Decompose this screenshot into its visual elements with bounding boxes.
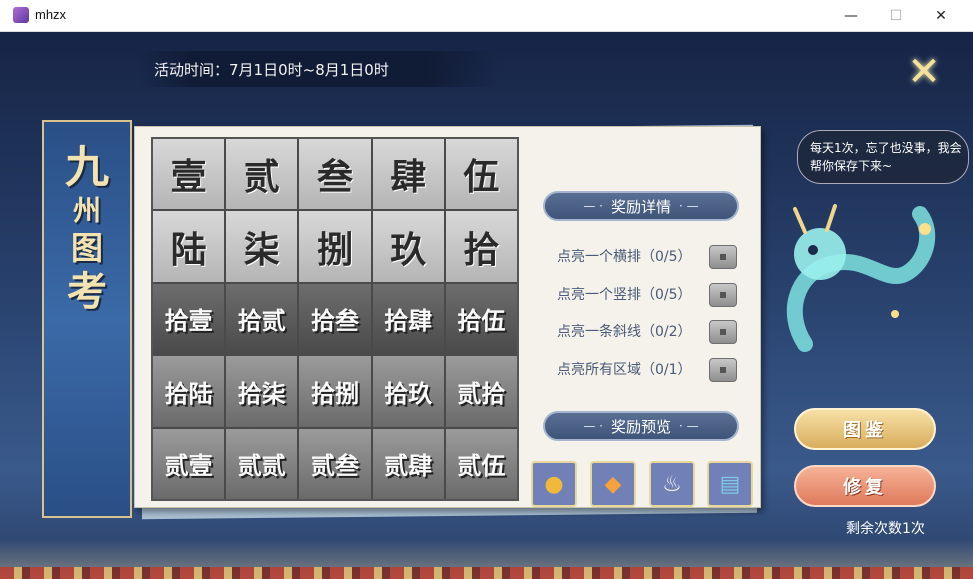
close-window-button[interactable]: ✕ xyxy=(918,0,964,31)
reward-item-gold[interactable]: ● xyxy=(531,461,577,507)
grid-cell[interactable]: 拾陆 xyxy=(153,356,225,427)
chest-icon[interactable] xyxy=(709,245,737,269)
window-title: mhzx xyxy=(35,7,67,22)
grid-cell[interactable]: 拾贰 xyxy=(226,283,298,355)
grid-cell[interactable]: 拾玖 xyxy=(372,356,444,427)
reward-preview-title: 奖励预览 xyxy=(610,417,671,436)
grid-cell[interactable]: 叁 xyxy=(299,139,371,210)
grid-cell[interactable]: 捌 xyxy=(299,211,371,282)
header-deco: · — xyxy=(679,419,699,433)
puzzle-panel: 壹 贰 叁 肆 伍 陆 柒 捌 玖 拾 拾壹 拾贰 拾叁 拾肆 拾伍 拾陆 拾柒… xyxy=(134,126,761,508)
reward-item-ticket[interactable]: ▤ xyxy=(707,461,753,507)
event-time-banner: 活动时间：7月1日0时~8月1日0时 xyxy=(140,51,500,87)
lock-icon xyxy=(720,254,726,260)
ticket-icon: ▤ xyxy=(719,471,741,497)
fish-icon: ◆ xyxy=(604,471,622,497)
reward-item-fish[interactable]: ◆ xyxy=(590,461,636,507)
reward-item-teapot[interactable]: ♨ xyxy=(649,461,695,507)
grid-cell[interactable]: 贰拾 xyxy=(445,356,517,427)
maximize-button[interactable]: ☐ xyxy=(873,0,919,31)
reward-detail-title: 奖励详情 xyxy=(610,197,671,216)
minimize-button[interactable]: — xyxy=(828,0,874,31)
grid-cell[interactable]: 贰伍 xyxy=(445,428,517,499)
grid-cell[interactable]: 贰壹 xyxy=(153,428,225,499)
chest-icon[interactable] xyxy=(709,320,737,344)
game-scene: 活动时间：7月1日0时~8月1日0时 ✕ 九 州 图 考 壹 贰 叁 肆 伍 陆… xyxy=(0,32,973,579)
lock-icon xyxy=(720,329,726,335)
puzzle-grid: 壹 贰 叁 肆 伍 陆 柒 捌 玖 拾 拾壹 拾贰 拾叁 拾肆 拾伍 拾陆 拾柒… xyxy=(151,137,519,501)
lock-icon xyxy=(720,292,726,298)
grid-cell[interactable]: 贰贰 xyxy=(226,428,298,499)
mascot-speech-bubble: 每天1次，忘了也没事，我会帮你保存下来~ xyxy=(797,130,969,184)
teapot-icon: ♨ xyxy=(662,471,682,497)
lock-icon xyxy=(720,367,726,373)
header-deco: · — xyxy=(679,199,699,213)
grid-cell[interactable]: 拾柒 xyxy=(226,356,298,427)
chest-icon[interactable] xyxy=(709,283,737,307)
grid-cell[interactable]: 拾叁 xyxy=(299,283,371,355)
grid-cell[interactable]: 肆 xyxy=(372,139,444,210)
banner-char: 九 xyxy=(65,142,109,193)
grid-cell[interactable]: 柒 xyxy=(226,211,298,282)
banner-char: 考 xyxy=(67,268,107,315)
grid-cell[interactable]: 拾伍 xyxy=(445,283,517,355)
banner-char: 图 xyxy=(70,229,103,267)
grid-cell[interactable]: 陆 xyxy=(153,211,225,282)
grid-cell[interactable]: 玖 xyxy=(372,211,444,282)
reward-preview-header: — · 奖励预览 · — xyxy=(543,411,739,441)
remaining-count: 剩余次数1次 xyxy=(846,521,925,537)
banner-title: 九 州 图 考 xyxy=(52,142,122,316)
dragon-mascot xyxy=(786,204,936,352)
grid-cell[interactable]: 贰 xyxy=(226,139,298,210)
reward-detail-header: — · 奖励详情 · — xyxy=(543,191,739,221)
atlas-button[interactable]: 图鉴 xyxy=(794,408,936,450)
close-panel-icon[interactable]: ✕ xyxy=(904,52,944,92)
grid-cell[interactable]: 贰肆 xyxy=(372,428,444,499)
window-titlebar: mhzx — ☐ ✕ xyxy=(0,0,973,32)
grid-cell[interactable]: 壹 xyxy=(153,139,225,210)
bottom-ornament xyxy=(0,567,973,579)
grid-cell[interactable]: 拾捌 xyxy=(299,356,371,427)
header-deco: — · xyxy=(583,199,603,213)
gold-ingot-icon: ● xyxy=(544,471,564,497)
task-label: 点亮一个横排（0/5） xyxy=(557,249,692,265)
task-label: 点亮一个竖排（0/5） xyxy=(557,287,692,303)
chest-icon[interactable] xyxy=(709,358,737,382)
app-icon xyxy=(13,7,29,23)
task-label: 点亮所有区域（0/1） xyxy=(557,362,692,378)
grid-cell[interactable]: 拾壹 xyxy=(153,283,225,355)
grid-cell[interactable]: 贰叁 xyxy=(299,428,371,499)
header-deco: — · xyxy=(583,419,603,433)
grid-cell[interactable]: 拾 xyxy=(445,211,517,282)
repair-button[interactable]: 修复 xyxy=(794,465,936,507)
grid-cell[interactable]: 伍 xyxy=(445,139,517,210)
task-label: 点亮一条斜线（0/2） xyxy=(557,324,692,340)
event-time-text: 活动时间：7月1日0时~8月1日0时 xyxy=(154,61,389,79)
mascot-speech-text: 每天1次，忘了也没事，我会帮你保存下来~ xyxy=(810,141,962,173)
banner-char: 州 xyxy=(72,194,101,227)
grid-cell[interactable]: 拾肆 xyxy=(372,283,444,355)
title-banner: 九 州 图 考 xyxy=(42,120,132,518)
